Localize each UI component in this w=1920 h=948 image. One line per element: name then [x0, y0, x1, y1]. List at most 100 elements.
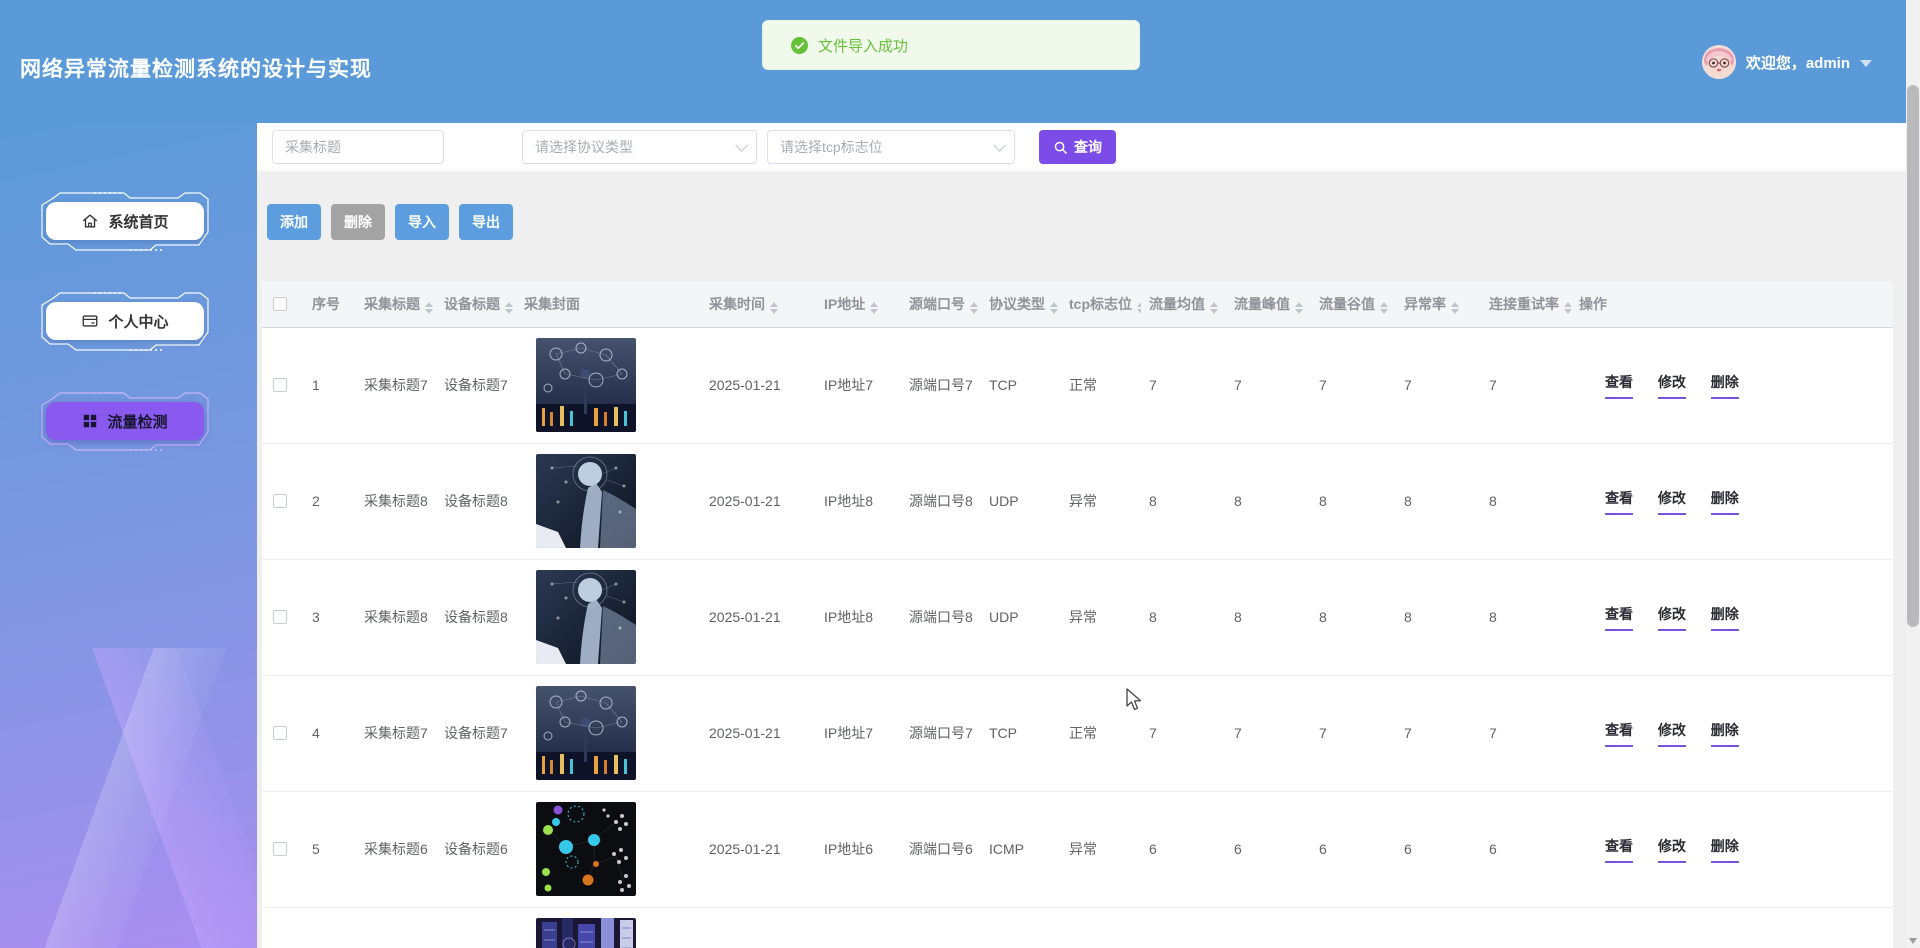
success-check-icon	[791, 37, 808, 54]
cell-peak: 7	[1226, 675, 1311, 791]
col-peak[interactable]: 流量峰值	[1226, 282, 1311, 327]
sort-icon[interactable]	[1564, 302, 1571, 314]
chevron-down-icon	[993, 139, 1006, 152]
view-link[interactable]: 查看	[1605, 488, 1633, 515]
row-checkbox[interactable]	[273, 378, 287, 392]
cell-time: 2025-01-21	[701, 675, 816, 791]
col-valley[interactable]: 流量谷值	[1311, 282, 1396, 327]
scrollbar-thumb[interactable]	[1907, 85, 1919, 627]
cell-device: 设备标题7	[436, 675, 516, 791]
cell-protocol: UDP	[981, 559, 1061, 675]
delete-link[interactable]: 删除	[1711, 720, 1739, 747]
sort-icon[interactable]	[1295, 302, 1303, 314]
avatar[interactable]	[1702, 45, 1736, 79]
cell-anomaly: 8	[1396, 443, 1481, 559]
cell-device	[436, 907, 516, 948]
cell-time: 2025-01-21	[701, 443, 816, 559]
sort-icon[interactable]	[425, 302, 433, 314]
cell-tcp-flag	[1061, 907, 1141, 948]
sort-icon[interactable]	[970, 302, 978, 314]
row-checkbox[interactable]	[273, 842, 287, 856]
col-retry[interactable]: 连接重试率	[1481, 282, 1571, 327]
cell-peak: 8	[1226, 559, 1311, 675]
col-actions: 操作	[1571, 282, 1893, 327]
view-link[interactable]: 查看	[1605, 604, 1633, 631]
sort-icon[interactable]	[505, 302, 513, 314]
delete-button[interactable]: 删除	[331, 204, 385, 240]
cell-index: 2	[304, 443, 356, 559]
col-anomaly[interactable]: 异常率	[1396, 282, 1481, 327]
col-title[interactable]: 采集标题	[356, 282, 436, 327]
cell-title: 采集标题7	[356, 675, 436, 791]
delete-link[interactable]: 删除	[1711, 604, 1739, 631]
sort-icon[interactable]	[1137, 302, 1141, 314]
col-avg[interactable]: 流量均值	[1141, 282, 1226, 327]
edit-link[interactable]: 修改	[1658, 836, 1686, 863]
cell-port: 源端口号7	[901, 675, 981, 791]
page-scrollbar[interactable]	[1906, 0, 1920, 948]
sidebar: 系统首页 个人中心	[0, 123, 257, 948]
cell-tcp-flag: 正常	[1061, 675, 1141, 791]
cell-protocol: UDP	[981, 443, 1061, 559]
view-link[interactable]: 查看	[1605, 836, 1633, 863]
cell-index: 1	[304, 327, 356, 443]
cell-protocol: TCP	[981, 327, 1061, 443]
col-ip[interactable]: IP地址	[816, 282, 901, 327]
col-protocol[interactable]: 协议类型	[981, 282, 1061, 327]
delete-link[interactable]: 删除	[1711, 488, 1739, 515]
sidebar-item-profile[interactable]: 个人中心	[38, 290, 212, 354]
row-checkbox[interactable]	[273, 726, 287, 740]
cell-index: 4	[304, 675, 356, 791]
user-menu[interactable]: 欢迎您，admin	[1702, 44, 1872, 80]
sidebar-item-traffic-detect[interactable]: 流量检测	[38, 390, 212, 454]
row-checkbox[interactable]	[273, 610, 287, 624]
col-port[interactable]: 源端口号	[901, 282, 981, 327]
delete-link[interactable]: 删除	[1711, 836, 1739, 863]
export-button[interactable]: 导出	[459, 204, 513, 240]
edit-link[interactable]: 修改	[1658, 720, 1686, 747]
row-checkbox[interactable]	[273, 494, 287, 508]
cell-port: 源端口号6	[901, 791, 981, 907]
sidebar-item-label: 个人中心	[108, 311, 168, 332]
cell-device: 设备标题8	[436, 559, 516, 675]
delete-link[interactable]: 删除	[1711, 372, 1739, 399]
sidebar-decoration	[0, 648, 257, 948]
add-button[interactable]: 添加	[267, 204, 321, 240]
table-row: 5 采集标题6 设备标题6	[262, 791, 1893, 907]
cell-avg	[1141, 907, 1226, 948]
cover-image-city-network	[536, 686, 636, 780]
sort-icon[interactable]	[1380, 302, 1388, 314]
view-link[interactable]: 查看	[1605, 720, 1633, 747]
sort-icon[interactable]	[1050, 302, 1058, 314]
title-filter-input[interactable]: 采集标题	[272, 130, 444, 164]
search-button[interactable]: 查询	[1039, 130, 1116, 164]
page-title: 网络异常流量检测系统的设计与实现	[20, 53, 372, 83]
table-row: 1 采集标题7 设备标题7	[262, 327, 1893, 443]
import-button[interactable]: 导入	[395, 204, 449, 240]
col-tcp-flag[interactable]: tcp标志位	[1061, 282, 1141, 327]
cell-index	[304, 907, 356, 948]
cell-protocol: ICMP	[981, 791, 1061, 907]
edit-link[interactable]: 修改	[1658, 372, 1686, 399]
sort-icon[interactable]	[1451, 302, 1459, 314]
col-time[interactable]: 采集时间	[701, 282, 816, 327]
cell-valley	[1311, 907, 1396, 948]
cell-device: 设备标题6	[436, 791, 516, 907]
select-all-checkbox[interactable]	[273, 297, 287, 311]
sort-icon[interactable]	[870, 302, 878, 314]
protocol-select[interactable]: 请选择协议类型	[522, 130, 757, 164]
home-icon	[81, 212, 99, 230]
sort-icon[interactable]	[770, 302, 778, 314]
edit-link[interactable]: 修改	[1658, 488, 1686, 515]
scrollbar-arrow-down-icon[interactable]	[1909, 938, 1917, 944]
tcp-flag-select[interactable]: 请选择tcp标志位	[767, 130, 1015, 164]
view-link[interactable]: 查看	[1605, 372, 1633, 399]
sidebar-item-home[interactable]: 系统首页	[38, 190, 212, 254]
edit-link[interactable]: 修改	[1658, 604, 1686, 631]
sort-icon[interactable]	[1210, 302, 1218, 314]
col-device[interactable]: 设备标题	[436, 282, 516, 327]
cover-image-city-towers	[536, 918, 636, 948]
avatar-illustration	[1702, 45, 1736, 79]
cell-ip	[816, 907, 901, 948]
cover-image-city-network	[536, 338, 636, 432]
